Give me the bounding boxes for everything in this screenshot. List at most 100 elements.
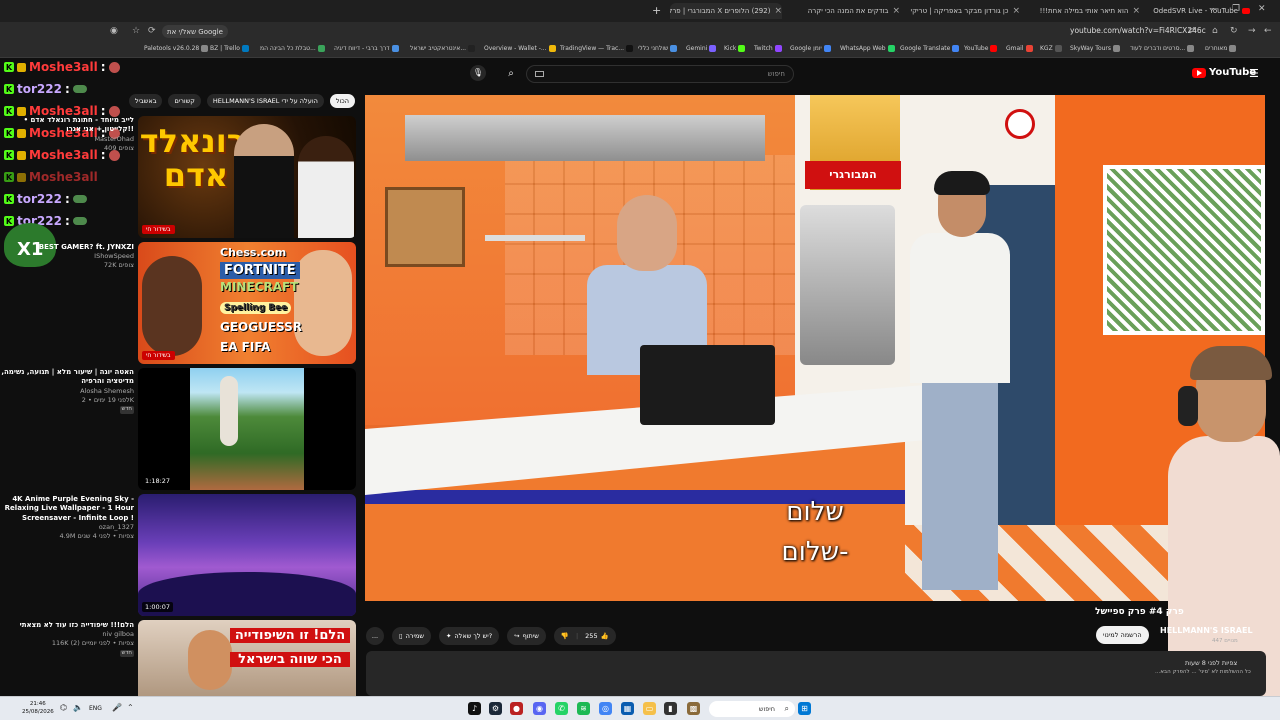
- close-window-icon[interactable]: ✕: [1258, 4, 1266, 14]
- bookmark[interactable]: סרטים ודברים לעוד...: [1130, 45, 1195, 52]
- scene-hood: [405, 115, 765, 161]
- save-button[interactable]: ▯ שמירה: [392, 627, 431, 645]
- rec-thumbnail-2[interactable]: Chess.com FORTNITE MINECRAFT Spelling Be…: [138, 242, 356, 364]
- like-icon[interactable]: 👍: [601, 632, 609, 640]
- chrome-icon[interactable]: ◎: [599, 702, 612, 715]
- discord-icon[interactable]: ◉: [533, 702, 546, 715]
- rec-meta-1[interactable]: לייב מיוחד - חתונת רונאלד אדם • קלייטון …: [0, 116, 134, 152]
- home-icon[interactable]: ⌂: [1212, 26, 1218, 36]
- rec-meta-5[interactable]: הלם!!! שיפודייה כזו עוד לא מצאתי niv gil…: [0, 621, 134, 658]
- channel-name[interactable]: HELLMANN'S ISRAEL: [1160, 626, 1253, 635]
- rec-meta-3[interactable]: האטה יוגה | שיעור מלא | תנועה, נשימה, מד…: [0, 368, 134, 414]
- refresh-icon[interactable]: ↻: [1230, 26, 1238, 36]
- search-button[interactable]: ⌕: [500, 65, 522, 83]
- tab-5-active[interactable]: × (292) הלופרים X המבורגרי | פרק: [670, 3, 782, 19]
- close-icon[interactable]: ×: [774, 6, 782, 16]
- reload-icon[interactable]: ⟳: [148, 26, 156, 36]
- network-icon[interactable]: ⌬: [60, 703, 67, 712]
- bookmark[interactable]: אינטראקטיב ישראל...: [410, 45, 476, 52]
- windows-start-icon[interactable]: ⊞: [798, 702, 811, 715]
- bookmark[interactable]: Overview - Wallet -...: [484, 45, 556, 52]
- subscribe-button[interactable]: הרשמה למינוי: [1096, 626, 1149, 644]
- close-icon[interactable]: ×: [1132, 6, 1140, 16]
- close-icon[interactable]: ×: [892, 6, 900, 16]
- live-badge: בשידור חי: [142, 225, 175, 234]
- chip-all[interactable]: הכול: [329, 94, 355, 108]
- badge-icon: [17, 106, 26, 116]
- like-dislike-group[interactable]: 👎 | 255 👍: [553, 627, 616, 645]
- bookmark[interactable]: TradingView — Trac...: [560, 45, 634, 52]
- browser-tab-bar: OdedSVR Live - YouTube × הוא תיאר אותי במ…: [0, 0, 1280, 22]
- bookmark[interactable]: Twitch: [754, 45, 782, 52]
- chevron-up-icon[interactable]: ⌃: [127, 703, 134, 712]
- keyboard-icon[interactable]: [535, 71, 544, 77]
- bookmark[interactable]: Gemini: [686, 45, 717, 52]
- rec-thumbnail-5[interactable]: הלם! זו השיפודייה הכי שווה בישראל: [138, 620, 356, 696]
- whatsapp-icon[interactable]: ✆: [555, 702, 568, 715]
- game-icon[interactable]: ▩: [687, 702, 700, 715]
- bookmark[interactable]: YouTube: [964, 45, 998, 52]
- menu-icon[interactable]: ☰: [1249, 67, 1259, 80]
- ask-button[interactable]: ✦ יש לך שאלה?: [438, 627, 500, 645]
- bookmark[interactable]: דרך ברבי - דיווח דיגיה: [334, 45, 399, 52]
- chip-related[interactable]: קשורים: [168, 94, 201, 108]
- avatar: [108, 105, 120, 117]
- bookmark[interactable]: Google יומן: [790, 45, 831, 52]
- google-chip[interactable]: שאל/י את Google: [162, 25, 228, 38]
- rec-meta-4[interactable]: 4K Anime Purple Evening Sky - Relaxing L…: [0, 495, 134, 541]
- spotify-icon[interactable]: ≋: [577, 702, 590, 715]
- maximize-icon[interactable]: ❐: [1232, 4, 1240, 14]
- rec-thumbnail-4[interactable]: 1:00:07: [138, 494, 356, 616]
- rec-thumbnail-3[interactable]: 1:18:27: [138, 368, 356, 490]
- mic-icon[interactable]: 🎙: [470, 65, 486, 81]
- steam-icon[interactable]: ⚙: [489, 702, 502, 715]
- chip-uploader[interactable]: הועלה על ידי HELLMANN'S ISRAEL: [206, 94, 324, 108]
- duration-badge: 1:18:27: [142, 476, 174, 486]
- share-button[interactable]: ↪ שיתוף: [507, 627, 546, 645]
- description-box[interactable]: [366, 651, 1266, 696]
- bookmark[interactable]: SkyWay Tours: [1070, 45, 1121, 52]
- minimize-icon[interactable]: —: [1210, 4, 1219, 14]
- address-bar: ◉ ☆ ⟳ שאל/י את Google youtube.com/watch?…: [0, 22, 1280, 41]
- tab-2[interactable]: × הוא תיאר אותי במילה אחת!!!: [1040, 3, 1140, 19]
- bookmark[interactable]: Gmail: [1006, 45, 1033, 52]
- mic-tray-icon[interactable]: 🎤: [112, 703, 122, 712]
- bookmark[interactable]: מאוחרים: [1205, 45, 1237, 52]
- bookmark[interactable]: KGZ: [1040, 45, 1062, 52]
- tab-3[interactable]: × כן גורדון מבקר באפריקה | טריקי: [910, 3, 1020, 19]
- language-indicator[interactable]: ENG: [89, 705, 102, 712]
- rec-thumbnail-1[interactable]: רונאלד אדם בשידור חי: [138, 116, 356, 238]
- new-tab-button[interactable]: +: [652, 4, 661, 17]
- forward-icon[interactable]: →: [1248, 26, 1256, 36]
- photos-icon[interactable]: ▦: [621, 702, 634, 715]
- terminal-icon[interactable]: ▮: [664, 702, 677, 715]
- tune-icon[interactable]: ⇄: [1188, 26, 1196, 36]
- dislike-icon[interactable]: 👎: [561, 632, 569, 640]
- url-field[interactable]: youtube.com/watch?v=Fi4RlCX246c: [1070, 26, 1206, 35]
- clock[interactable]: 21:46 25/08/2026: [22, 700, 54, 716]
- bookmark[interactable]: Kick: [724, 45, 746, 52]
- bookmark[interactable]: שולחני כללי: [638, 45, 678, 52]
- rec-meta-2[interactable]: BEST GAMER? ft. JYNXZI IShowSpeed 72K צו…: [0, 243, 134, 270]
- app-icon[interactable]: ●: [510, 702, 523, 715]
- star-icon[interactable]: ☆: [132, 26, 140, 36]
- bookmark[interactable]: Paletools v26.0.28: [144, 45, 209, 52]
- bookmark[interactable]: WhatsApp Web: [840, 45, 895, 52]
- youtube-favicon-icon: [1242, 8, 1250, 14]
- taskbar-search[interactable]: חיפוש ⌕: [709, 701, 795, 717]
- back-icon[interactable]: ←: [1264, 26, 1272, 36]
- bookmark[interactable]: Google Translate: [900, 45, 960, 52]
- whatsapp-icon[interactable]: ◉: [110, 26, 118, 36]
- tab-4[interactable]: × בודקים את המנה הכי יקרה: [790, 3, 900, 19]
- folder-icon[interactable]: ▭: [643, 702, 656, 715]
- more-button[interactable]: ...: [366, 627, 384, 645]
- bookmark[interactable]: BZ | Trello: [210, 45, 249, 52]
- close-icon[interactable]: ×: [1012, 6, 1020, 16]
- video-player[interactable]: המבורגרי שלום -שלום: [365, 95, 1265, 601]
- search-input[interactable]: חיפוש: [526, 65, 794, 83]
- volume-icon[interactable]: 🔈: [73, 703, 83, 712]
- bookmark[interactable]: טבלת כל הבינה המ...: [260, 45, 325, 52]
- tiktok-icon[interactable]: ♪: [468, 702, 481, 715]
- youtube-logo[interactable]: YouTube: [1192, 67, 1256, 78]
- live-badge: בשידור חי: [142, 351, 175, 360]
